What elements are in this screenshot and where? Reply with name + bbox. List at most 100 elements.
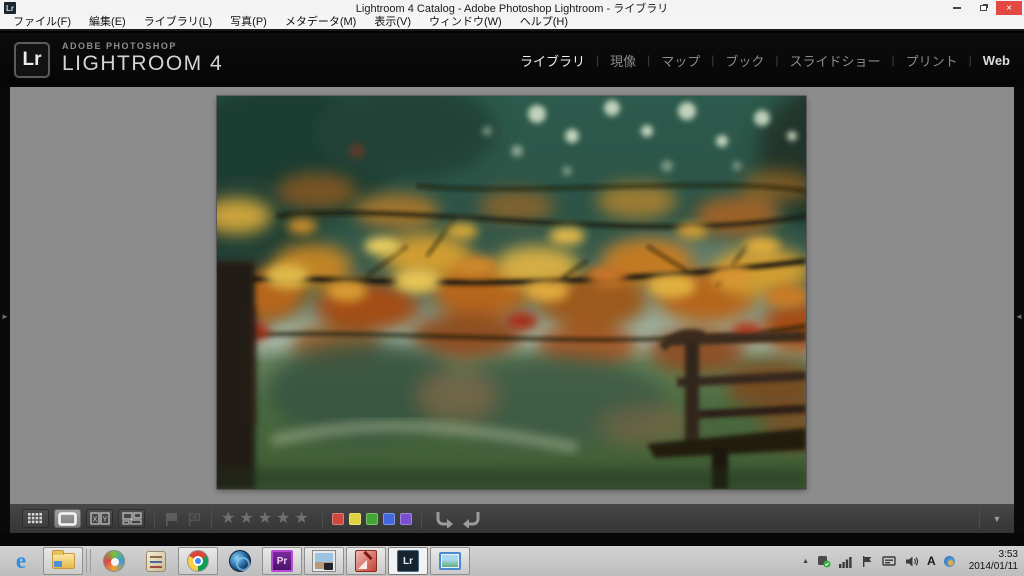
image-resizer-icon <box>439 552 461 570</box>
color-label-green[interactable] <box>365 512 378 525</box>
taskbar-organizer-app[interactable] <box>136 547 176 575</box>
loupe-view-button[interactable] <box>54 509 81 528</box>
module-print[interactable]: プリント <box>906 51 958 70</box>
color-labels <box>331 512 412 525</box>
taskbar-clock[interactable]: 3:53 2014/01/11 <box>963 549 1018 573</box>
grid-view-button[interactable] <box>22 509 49 528</box>
clock-time: 3:53 <box>998 549 1018 560</box>
menu-photo[interactable]: 写真(P) <box>221 15 276 30</box>
updater-tray-icon[interactable] <box>943 555 955 567</box>
taskbar-file-explorer[interactable] <box>43 547 83 575</box>
rotate-right-button[interactable] <box>459 508 485 530</box>
module-picker: ライブラリ | 現像 | マップ | ブック | スライドショー | プリント … <box>519 51 1010 70</box>
lightroom-logo: Lr <box>14 42 50 78</box>
survey-view-icon <box>121 512 142 525</box>
photo-canvas <box>217 96 806 489</box>
app-icon: Lr <box>4 2 16 14</box>
rotate-left-icon <box>436 511 453 528</box>
color-label-yellow[interactable] <box>348 512 361 525</box>
loupe-view-icon <box>58 511 77 526</box>
minimize-button[interactable] <box>944 1 970 15</box>
taskbar-picture-manager[interactable] <box>346 547 386 575</box>
module-book[interactable]: ブック <box>725 51 764 70</box>
window-bottom-band <box>0 533 1024 546</box>
toolbar-separator <box>211 508 212 529</box>
rotate-left-button[interactable] <box>431 508 457 530</box>
taskbar-premiere[interactable]: Pr <box>262 547 302 575</box>
internet-explorer-icon: e <box>15 548 27 573</box>
clock-date: 2014/01/11 <box>968 561 1018 572</box>
taskbar-chrome[interactable] <box>178 547 218 575</box>
taskbar-internet-explorer[interactable]: e <box>1 547 41 575</box>
windows-taskbar: e Pr Lr ▲ A 3:53 2014/01/11 <box>0 546 1024 576</box>
star-rating[interactable]: ★★★★★ <box>221 508 313 528</box>
window-titlebar: Lr Lightroom 4 Catalog - Adobe Photoshop… <box>0 0 1024 16</box>
toolbar-options-dropdown[interactable]: ▼ <box>980 514 1014 524</box>
color-label-blue[interactable] <box>382 512 395 525</box>
menu-file[interactable]: ファイル(F) <box>4 15 80 30</box>
media-player-icon <box>229 550 251 572</box>
chrome-icon <box>187 550 209 572</box>
taskbar-photo-viewer[interactable] <box>304 547 344 575</box>
file-explorer-icon <box>51 550 75 569</box>
flag-reject-icon[interactable] <box>187 511 202 527</box>
survey-view-button[interactable] <box>118 509 145 528</box>
toolbar-separator <box>321 508 323 529</box>
grid-view-icon <box>27 513 42 524</box>
restore-button[interactable] <box>970 1 996 15</box>
photo-viewer-icon <box>313 551 335 571</box>
taskbar-image-resizer[interactable] <box>430 547 470 575</box>
volume-icon[interactable] <box>905 555 919 568</box>
close-button[interactable]: × <box>996 1 1022 15</box>
compare-view-icon: X Y <box>89 512 110 525</box>
library-toolbar: X Y ★★★★★ ▼ <box>10 504 1014 533</box>
security-status-icon[interactable] <box>817 554 831 568</box>
ime-mode-indicator[interactable]: A <box>927 554 936 568</box>
menu-help[interactable]: ヘルプ(H) <box>511 15 577 30</box>
system-tray: ▲ A 3:53 2014/01/11 <box>802 549 1024 573</box>
restore-icon <box>979 5 987 11</box>
compare-view-button[interactable]: X Y <box>86 509 113 528</box>
network-signal-icon[interactable] <box>839 555 853 568</box>
lightroom-header: Lr ADOBE PHOTOSHOP LIGHTROOM 4 ライブラリ | 現… <box>0 33 1024 87</box>
taskbar-media-player[interactable] <box>220 547 260 575</box>
module-map[interactable]: マップ <box>661 51 700 70</box>
menu-library[interactable]: ライブラリ(L) <box>135 15 221 30</box>
media-converter-icon <box>103 550 125 572</box>
menu-edit[interactable]: 編集(E) <box>80 15 135 30</box>
menu-bar: ファイル(F) 編集(E) ライブラリ(L) 写真(P) メタデータ(M) 表示… <box>0 16 1024 31</box>
brand-text: ADOBE PHOTOSHOP LIGHTROOM 4 <box>62 41 224 75</box>
toolbar-separator <box>420 508 422 529</box>
color-label-purple[interactable] <box>399 512 412 525</box>
action-center-flag-icon[interactable] <box>861 555 874 568</box>
taskbar-media-converter[interactable] <box>94 547 134 575</box>
window-title: Lightroom 4 Catalog - Adobe Photoshop Li… <box>355 3 669 15</box>
premiere-icon: Pr <box>271 550 293 572</box>
svg-text:X: X <box>92 517 97 524</box>
picture-manager-icon <box>355 550 377 572</box>
minimize-icon <box>953 7 961 9</box>
rotate-right-icon <box>462 511 480 528</box>
module-web[interactable]: Web <box>983 53 1010 68</box>
lightroom-taskbar-icon: Lr <box>397 550 419 572</box>
svg-text:Y: Y <box>102 517 107 524</box>
color-label-red[interactable] <box>331 512 344 525</box>
flag-pick-icon[interactable] <box>164 511 179 527</box>
menu-metadata[interactable]: メタデータ(M) <box>276 15 366 30</box>
module-develop[interactable]: 現像 <box>610 51 636 70</box>
taskbar-divider <box>86 549 91 573</box>
left-panel-expand-icon: ► <box>1 312 9 321</box>
right-panel-expand-icon: ◄ <box>1015 312 1023 321</box>
show-hidden-icons-button[interactable]: ▲ <box>802 558 809 565</box>
right-panel-collapsed[interactable]: ◄ <box>1014 87 1024 546</box>
menu-window[interactable]: ウィンドウ(W) <box>420 15 511 30</box>
photo-image[interactable] <box>217 96 806 489</box>
menu-view[interactable]: 表示(V) <box>365 15 420 30</box>
taskbar-lightroom[interactable]: Lr <box>388 547 428 575</box>
organizer-app-icon <box>146 550 166 572</box>
left-panel-collapsed[interactable]: ► <box>0 87 10 546</box>
module-library[interactable]: ライブラリ <box>520 51 585 70</box>
module-slideshow[interactable]: スライドショー <box>790 51 881 70</box>
touch-keyboard-icon[interactable] <box>882 555 897 568</box>
toolbar-separator <box>154 508 155 529</box>
